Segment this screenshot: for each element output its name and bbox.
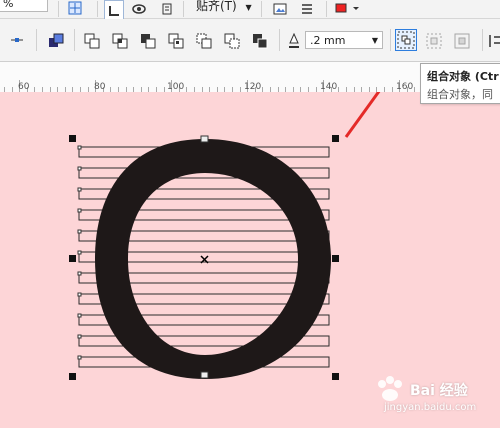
watermark-url: jingyan.baidu.com — [384, 402, 477, 413]
view-button[interactable] — [130, 0, 148, 18]
ungroup-all-button[interactable] — [46, 31, 66, 51]
group-objects-button[interactable] — [395, 29, 417, 51]
ruler-label-60: 60 — [18, 82, 30, 92]
handle-top-left — [69, 135, 76, 142]
ungroup-all-icon — [49, 33, 64, 47]
back-minus-front-icon — [224, 33, 240, 49]
snap-button[interactable] — [158, 0, 176, 18]
snap-icon — [162, 3, 172, 15]
chevron-down-icon: ▼ — [245, 3, 252, 12]
snap-label: 贴齐(T) — [196, 0, 237, 13]
ungroup-all-objects-button[interactable] — [452, 31, 472, 51]
image-button[interactable] — [271, 0, 289, 18]
launch-button[interactable] — [334, 0, 362, 18]
separator — [482, 29, 483, 51]
trim-button[interactable] — [110, 31, 130, 51]
ungroup-icon — [426, 33, 442, 49]
outline-pen-button[interactable] — [286, 31, 302, 51]
snap-dropdown[interactable]: 贴齐(T) ▼ — [196, 0, 252, 15]
tooltip-description: 组合对象，同 — [427, 88, 493, 101]
outline-width-select[interactable]: .2 mm ▼ — [305, 31, 383, 49]
handle-top-center — [200, 135, 209, 143]
front-minus-back-icon — [196, 33, 212, 49]
front-minus-back-button[interactable] — [194, 31, 214, 51]
separator — [326, 1, 327, 17]
property-toolbar-top: % 贴齐(T) ▼ — [0, 0, 500, 20]
zoom-level-field[interactable]: % — [0, 0, 48, 12]
settings-icon — [302, 4, 312, 14]
handle-bottom-left — [69, 373, 76, 380]
rulers-toggle[interactable] — [104, 0, 124, 20]
boundary-button[interactable] — [250, 31, 270, 51]
separator — [97, 1, 98, 17]
separator — [261, 1, 262, 17]
back-minus-front-button[interactable] — [222, 31, 242, 51]
more-button[interactable] — [488, 31, 500, 51]
trim-icon — [112, 33, 128, 49]
view-icon — [132, 4, 146, 14]
weld-button[interactable] — [82, 31, 102, 51]
simplify-button[interactable] — [166, 31, 186, 51]
separator — [279, 29, 280, 51]
handle-top-right — [332, 135, 339, 142]
separator — [36, 29, 37, 51]
options-button[interactable] — [298, 0, 316, 18]
ruler-label-140: 140 — [320, 82, 338, 92]
weld-icon — [84, 33, 100, 49]
zoom-fit-button[interactable] — [67, 0, 83, 16]
separator — [74, 29, 75, 51]
intersect-button[interactable] — [138, 31, 158, 51]
baidu-jingyan-watermark: Bai 经验 jingyan.baidu.com — [362, 372, 494, 422]
ruler-label-100: 100 — [167, 82, 185, 92]
simplify-icon — [168, 33, 184, 49]
nodes-icon — [11, 38, 23, 42]
align-icon — [489, 35, 500, 47]
separator — [58, 1, 59, 17]
red-arrow — [344, 92, 381, 138]
ruler-label-120: 120 — [244, 82, 262, 92]
watermark-brand: Bai 经验 — [410, 383, 468, 399]
letter-o-shape — [95, 139, 331, 379]
outline-width-value: .2 mm — [310, 34, 346, 47]
ruler-icon — [109, 6, 119, 16]
group-icon — [397, 31, 415, 49]
zoom-percent: % — [3, 0, 14, 10]
separator — [183, 1, 184, 17]
handle-mid-left — [69, 255, 76, 262]
boundary-icon — [253, 34, 268, 49]
handle-mid-right — [332, 255, 339, 262]
group-objects-tooltip: 组合对象 (Ctr 组合对象，同 — [420, 63, 500, 104]
intersect-icon — [141, 34, 156, 49]
tooltip-title: 组合对象 (Ctr — [427, 70, 499, 83]
image-icon — [273, 3, 287, 15]
chevron-down-icon: ▼ — [371, 36, 378, 45]
property-toolbar: .2 mm ▼ — [0, 19, 500, 62]
ruler-label-80: 80 — [94, 82, 106, 92]
outline-pen-icon — [289, 33, 299, 48]
ruler-label-160: 160 — [396, 82, 414, 92]
ungroup-all-icon — [454, 33, 470, 49]
launch-icon — [335, 3, 359, 13]
ungroup-button[interactable] — [424, 31, 444, 51]
handle-bottom-right — [332, 373, 339, 380]
node-button[interactable] — [8, 31, 26, 49]
separator — [390, 29, 391, 51]
paw-logo-icon — [378, 376, 402, 401]
handle-bottom-center — [200, 371, 209, 379]
zoom-icon — [68, 1, 82, 15]
